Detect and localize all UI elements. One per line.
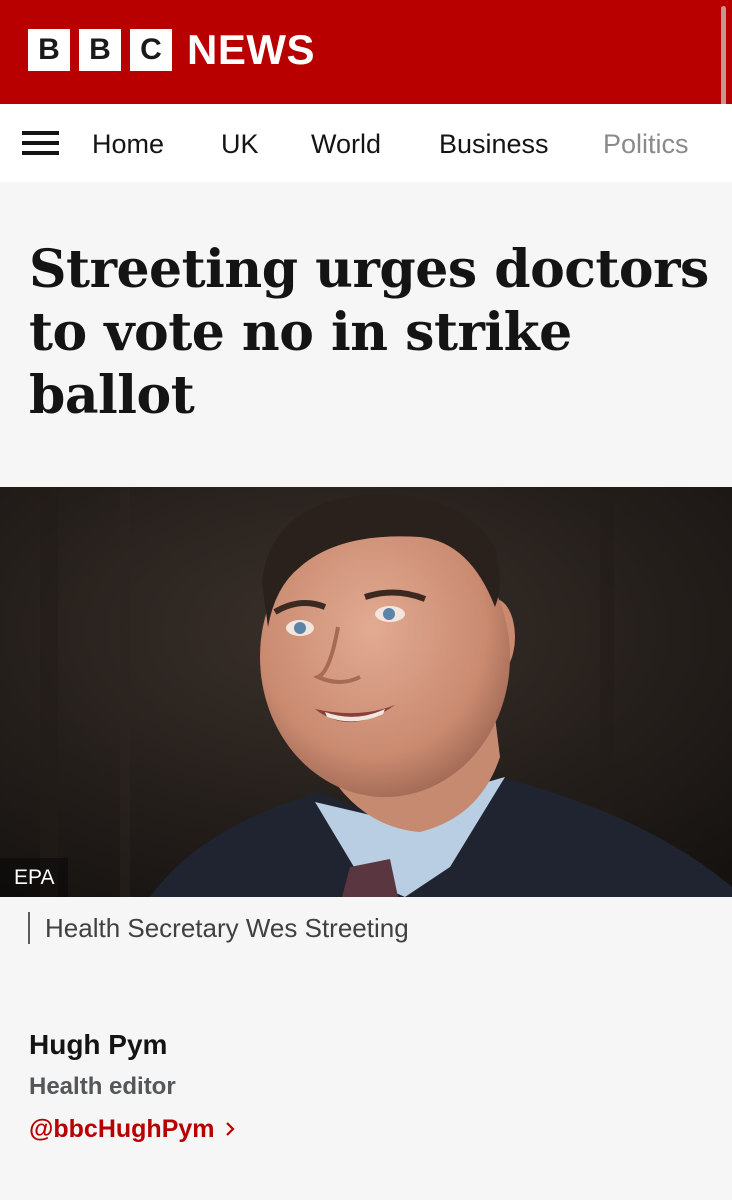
- author-handle: @bbcHughPym: [29, 1115, 215, 1143]
- author-role: Health editor: [29, 1073, 176, 1100]
- portrait-photo: [0, 487, 732, 897]
- article-hero-image: EPA: [0, 487, 732, 897]
- hamburger-menu-icon[interactable]: [22, 131, 59, 155]
- image-credit: EPA: [0, 858, 69, 897]
- image-caption: Health Secretary Wes Streeting: [28, 912, 409, 944]
- author-name: Hugh Pym: [29, 1029, 168, 1060]
- nav-item-uk[interactable]: UK: [221, 128, 259, 160]
- nav-item-politics[interactable]: Politics: [603, 128, 689, 160]
- article-headline: Streeting urges doctors to vote no in st…: [29, 239, 709, 426]
- nav-item-world[interactable]: World: [311, 128, 381, 160]
- bbc-news-logo[interactable]: B B C NEWS: [28, 29, 315, 71]
- logo-letter-b2: B: [79, 29, 121, 71]
- logo-letter-b1: B: [28, 29, 70, 71]
- logo-news-wordmark: NEWS: [187, 26, 315, 73]
- navigation-bar: Home UK World Business Politics: [0, 104, 732, 182]
- author-social-link[interactable]: @bbcHughPym: [29, 1113, 235, 1145]
- chevron-right-icon: [225, 1122, 235, 1136]
- top-bar: B B C NEWS: [0, 0, 732, 146]
- logo-letter-c: C: [130, 29, 172, 71]
- nav-item-home[interactable]: Home: [92, 128, 164, 160]
- nav-item-business[interactable]: Business: [439, 128, 549, 160]
